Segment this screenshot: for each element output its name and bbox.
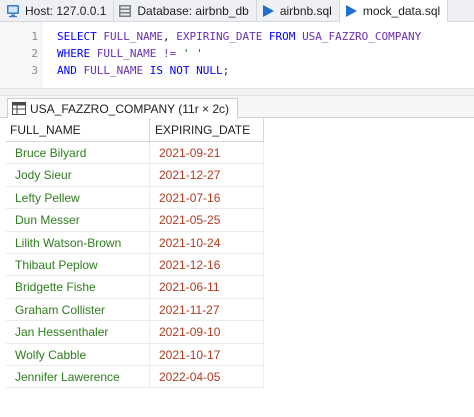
cell-full-name[interactable]: Bruce Bilyard — [6, 142, 150, 164]
table-row[interactable]: Jody Sieur 2021-12-27 — [6, 164, 264, 187]
editor-result-splitter[interactable] — [0, 88, 474, 96]
table-row[interactable]: Graham Collister 2021-11-27 — [6, 298, 264, 322]
cell-full-name[interactable]: Lefty Pellew — [6, 186, 150, 209]
table-row[interactable]: Lefty Pellew 2021-07-16 — [6, 186, 264, 210]
cell-full-name[interactable]: Bridgette Fishe — [6, 276, 150, 299]
table-row[interactable]: Thibaut Peplow 2021-12-16 — [6, 253, 264, 277]
cell-expiring-date[interactable]: 2022-04-05 — [151, 365, 264, 388]
sql-token: AND — [57, 64, 84, 77]
play-icon — [262, 4, 274, 17]
sql-token: FULL_NAME — [83, 64, 144, 77]
sql-token: FULL_NAME — [96, 47, 157, 60]
sql-code: SELECT FULL_NAME, EXPIRING_DATE FROM USA… — [57, 28, 421, 45]
table-row[interactable]: Jennifer Lawerence 2022-04-05 — [6, 365, 264, 389]
column-header-expiring-date[interactable]: EXPIRING_DATE — [151, 118, 264, 142]
tab-airbnb-sql-label: airbnb.sql — [279, 3, 332, 18]
cell-full-name[interactable]: Dun Messer — [6, 209, 150, 232]
table-row[interactable]: Bruce Bilyard 2021-09-21 — [6, 142, 264, 165]
server-icon — [7, 4, 19, 17]
tab-database-label: Database: airbnb_db — [137, 3, 249, 18]
editor-line[interactable]: 3 AND FULL_NAME IS NOT NULL; — [0, 62, 474, 79]
cell-expiring-date[interactable]: 2021-10-24 — [151, 231, 264, 254]
cell-expiring-date[interactable]: 2021-05-25 — [151, 209, 264, 232]
table-row[interactable]: Lilith Watson-Brown 2021-10-24 — [6, 231, 264, 254]
result-tab[interactable]: USA_FAZZRO_COMPANY (11r × 2c) — [7, 98, 239, 118]
sql-token: , — [162, 30, 177, 43]
query-editor[interactable]: 1 SELECT FULL_NAME, EXPIRING_DATE FROM US… — [0, 22, 474, 88]
sql-code: AND FULL_NAME IS NOT NULL; — [57, 62, 229, 79]
result-tabbar: USA_FAZZRO_COMPANY (11r × 2c) — [0, 96, 474, 118]
sql-token: ; — [222, 64, 230, 77]
tab-database[interactable]: Database: airbnb_db — [114, 0, 257, 22]
result-tab-label: USA_FAZZRO_COMPANY (11r × 2c) — [30, 101, 230, 116]
column-header-full-name[interactable]: FULL_NAME — [6, 118, 150, 142]
cell-expiring-date[interactable]: 2021-12-27 — [151, 164, 264, 187]
tab-mock-data-sql[interactable]: mock_data.sql — [339, 0, 449, 22]
grid-header: FULL_NAME EXPIRING_DATE — [6, 118, 264, 142]
grid-body: Bruce Bilyard 2021-09-21 Jody Sieur 2021-12… — [6, 142, 264, 389]
table-row[interactable]: Dun Messer 2021-05-25 — [6, 209, 264, 232]
table-row[interactable]: Bridgette Fishe 2021-06-11 — [6, 276, 264, 299]
editor-line[interactable]: 1 SELECT FULL_NAME, EXPIRING_DATE FROM US… — [0, 28, 474, 45]
table-row[interactable]: Jan Hessenthaler 2021-09-10 — [6, 321, 264, 344]
line-number: 3 — [31, 64, 38, 77]
sql-token: EXPIRING_DATE — [176, 30, 263, 43]
tab-airbnb-sql[interactable]: airbnb.sql — [257, 0, 340, 22]
sql-token: IS NOT NULL — [143, 64, 223, 77]
sql-code: WHERE FULL_NAME != ' ' — [57, 45, 203, 62]
sql-token: USA_FAZZRO_COMPANY — [302, 30, 422, 43]
cell-expiring-date[interactable]: 2021-12-16 — [151, 253, 264, 276]
play-icon — [345, 4, 357, 17]
database-icon — [119, 4, 132, 17]
editor-line[interactable]: 2 WHERE FULL_NAME != ' ' — [0, 45, 474, 62]
cell-full-name[interactable]: Thibaut Peplow — [6, 253, 150, 276]
cell-expiring-date[interactable]: 2021-10-17 — [151, 343, 264, 366]
sql-token: FULL_NAME — [103, 30, 163, 43]
line-number: 2 — [31, 47, 38, 60]
session-tabbar: Host: 127.0.0.1 Database: airbnb_db airb… — [0, 0, 474, 22]
cell-full-name[interactable]: Jody Sieur — [6, 164, 150, 187]
cell-expiring-date[interactable]: 2021-11-27 — [151, 298, 264, 321]
table-row[interactable]: Wolfy Cabble 2021-10-17 — [6, 343, 264, 366]
tab-host[interactable]: Host: 127.0.0.1 — [0, 0, 115, 22]
sql-token: ' ' — [182, 47, 203, 60]
cell-full-name[interactable]: Lilith Watson-Brown — [6, 231, 150, 254]
cell-full-name[interactable]: Graham Collister — [6, 298, 150, 321]
cell-full-name[interactable]: Jan Hessenthaler — [6, 321, 150, 344]
sql-token: SELECT — [57, 30, 104, 43]
cell-full-name[interactable]: Wolfy Cabble — [6, 343, 150, 366]
cell-expiring-date[interactable]: 2021-09-10 — [151, 321, 264, 344]
tab-mock-data-sql-label: mock_data.sql — [362, 3, 441, 18]
table-icon — [12, 102, 26, 115]
sql-token: != — [156, 47, 183, 60]
cell-expiring-date[interactable]: 2021-07-16 — [151, 186, 264, 209]
sql-token: WHERE — [57, 47, 97, 60]
tab-host-label: Host: 127.0.0.1 — [25, 3, 107, 18]
cell-full-name[interactable]: Jennifer Lawerence — [6, 365, 150, 388]
sql-token: FROM — [262, 30, 303, 43]
result-grid: FULL_NAME EXPIRING_DATE Bruce Bilyard 202… — [6, 118, 264, 389]
cell-expiring-date[interactable]: 2021-09-21 — [151, 142, 264, 164]
cell-expiring-date[interactable]: 2021-06-11 — [151, 276, 264, 299]
line-number: 1 — [31, 30, 38, 43]
